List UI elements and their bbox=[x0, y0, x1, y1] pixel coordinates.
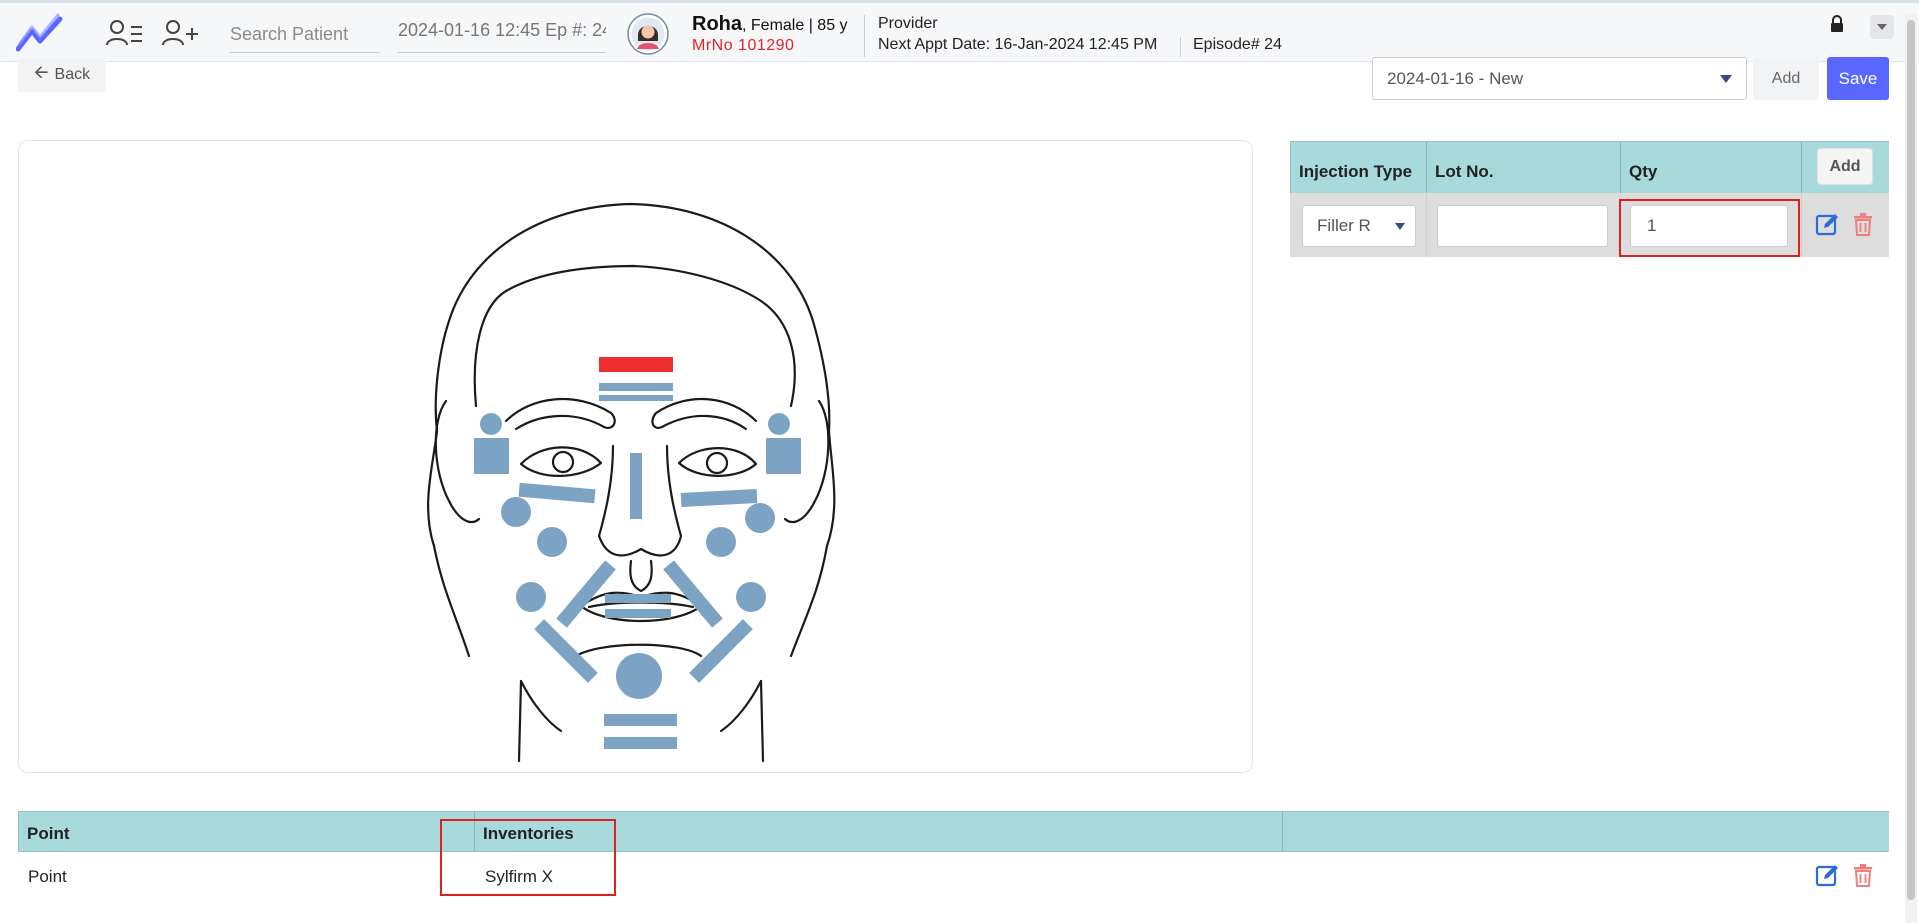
patient-mrno: MrNo 101290 bbox=[692, 37, 795, 54]
marker[interactable] bbox=[605, 594, 671, 603]
marker[interactable] bbox=[518, 482, 596, 504]
provider-label: Provider bbox=[878, 15, 938, 32]
marker[interactable] bbox=[474, 438, 509, 474]
marker[interactable] bbox=[766, 438, 801, 474]
divider bbox=[1426, 193, 1427, 257]
date-select[interactable]: 2024-01-16 - New bbox=[1372, 57, 1747, 100]
header-bar: 2024-01-16 12:45 Ep #: 24 Roha, Female |… bbox=[0, 3, 1919, 62]
divider bbox=[1180, 37, 1181, 57]
marker[interactable] bbox=[604, 714, 677, 726]
marker[interactable] bbox=[516, 582, 546, 612]
marker[interactable] bbox=[599, 395, 673, 401]
add-injection-button[interactable]: Add bbox=[1817, 148, 1873, 185]
col-blank bbox=[1282, 812, 1889, 852]
marker[interactable] bbox=[706, 527, 736, 557]
marker[interactable] bbox=[745, 503, 775, 533]
face-diagram-panel bbox=[18, 140, 1253, 773]
divider bbox=[1801, 193, 1802, 257]
col-point: Point bbox=[18, 812, 474, 852]
divider bbox=[864, 15, 865, 57]
marker[interactable] bbox=[768, 413, 790, 435]
logo-icon[interactable] bbox=[16, 13, 64, 53]
injection-markers[interactable] bbox=[474, 383, 801, 749]
marker[interactable] bbox=[599, 383, 673, 391]
trash-icon[interactable] bbox=[1850, 211, 1876, 237]
marker[interactable] bbox=[680, 489, 758, 507]
col-injection-type: Injection Type bbox=[1290, 142, 1426, 194]
injection-table-header: Injection Type Lot No. Qty bbox=[1290, 141, 1889, 194]
marker[interactable] bbox=[501, 497, 531, 527]
trash-icon[interactable] bbox=[1850, 862, 1876, 888]
face-diagram[interactable] bbox=[19, 141, 1254, 774]
marker[interactable] bbox=[605, 609, 671, 618]
col-lot-no: Lot No. bbox=[1426, 142, 1620, 194]
search-input[interactable] bbox=[230, 17, 380, 51]
marker[interactable] bbox=[480, 413, 502, 435]
episode-selector[interactable]: 2024-01-16 12:45 Ep #: 24 bbox=[398, 17, 606, 53]
marker[interactable] bbox=[604, 737, 677, 749]
avatar-icon bbox=[627, 13, 669, 55]
chevron-down-icon bbox=[1395, 223, 1405, 230]
highlight-box bbox=[1619, 199, 1800, 257]
highlight-box bbox=[440, 819, 616, 896]
search-patient[interactable] bbox=[230, 17, 380, 53]
marker[interactable] bbox=[689, 619, 753, 683]
lock-icon[interactable] bbox=[1829, 15, 1845, 33]
back-button[interactable]: 🡨 Back bbox=[18, 58, 106, 92]
marker[interactable] bbox=[537, 527, 567, 557]
marker[interactable] bbox=[736, 582, 766, 612]
chevron-down-icon[interactable] bbox=[1870, 15, 1894, 39]
col-qty: Qty bbox=[1620, 142, 1801, 194]
points-table-header: Point Inventories bbox=[18, 811, 1889, 852]
scrollbar[interactable] bbox=[1905, 14, 1917, 923]
next-appointment: Next Appt Date: 16-Jan-2024 12:45 PM bbox=[878, 36, 1158, 53]
add-button[interactable]: Add bbox=[1753, 57, 1819, 100]
point-cell: Point bbox=[28, 867, 67, 886]
marker[interactable] bbox=[630, 453, 642, 519]
edit-icon[interactable] bbox=[1815, 862, 1841, 888]
injection-type-select[interactable]: Filler R bbox=[1302, 205, 1416, 247]
back-arrow-icon: 🡨 bbox=[33, 62, 49, 82]
edit-icon[interactable] bbox=[1815, 211, 1841, 237]
marker-forehead-selected[interactable] bbox=[599, 357, 673, 372]
patient-name: Roha, Female | 85 y bbox=[692, 13, 848, 35]
episode-number: Episode# 24 bbox=[1193, 36, 1282, 53]
lot-no-input[interactable] bbox=[1437, 205, 1608, 247]
save-button[interactable]: Save bbox=[1827, 57, 1889, 100]
patient-list-icon[interactable] bbox=[104, 17, 144, 49]
marker[interactable] bbox=[616, 653, 662, 699]
add-patient-icon[interactable] bbox=[160, 17, 200, 49]
